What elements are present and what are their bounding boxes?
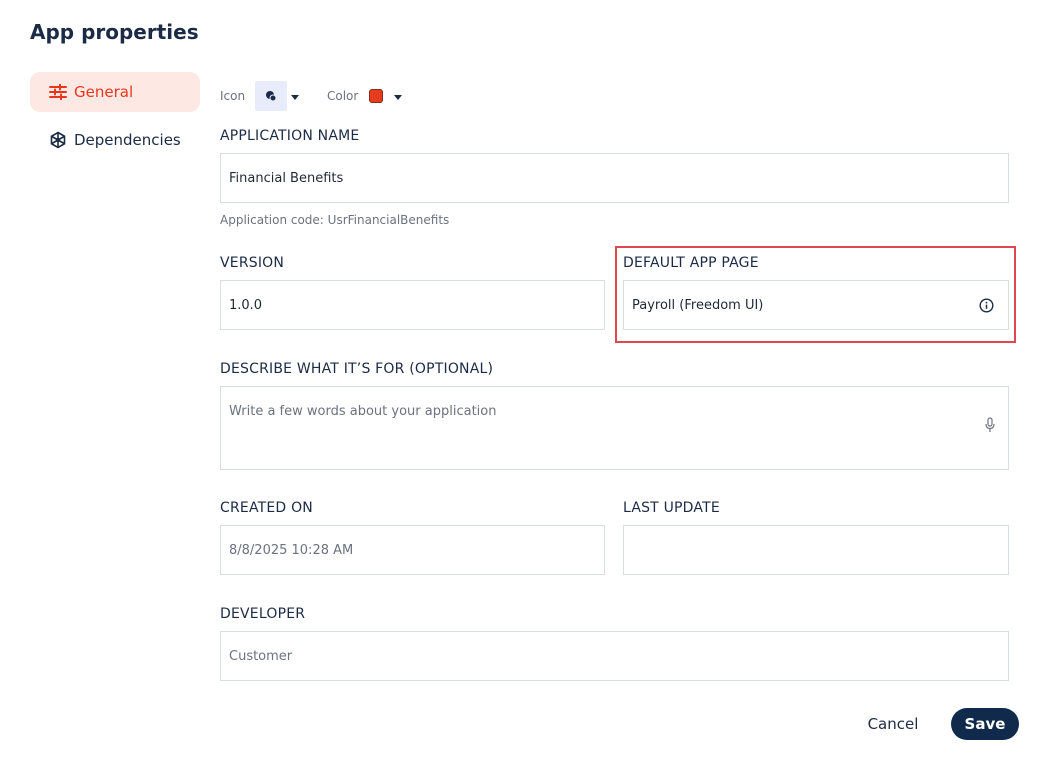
network-icon bbox=[48, 130, 68, 150]
last-update-field bbox=[623, 525, 1009, 575]
default-app-page-value: Payroll (Freedom UI) bbox=[632, 297, 764, 313]
developer-label: DEVELOPER bbox=[220, 606, 306, 622]
default-app-page-label: DEFAULT APP PAGE bbox=[623, 255, 759, 271]
nav-item-label: General bbox=[74, 83, 134, 101]
description-textarea[interactable]: Write a few words about your application bbox=[220, 386, 1009, 470]
app-glyph-icon bbox=[265, 87, 277, 106]
created-on-label: CREATED ON bbox=[220, 500, 313, 516]
page-title: App properties bbox=[30, 20, 199, 44]
cancel-button[interactable]: Cancel bbox=[855, 710, 931, 738]
version-label: VERSION bbox=[220, 255, 285, 271]
version-input[interactable]: 1.0.0 bbox=[220, 280, 605, 330]
icon-label: Icon bbox=[220, 89, 246, 103]
icon-dropdown-caret[interactable] bbox=[291, 95, 299, 100]
description-placeholder: Write a few words about your application bbox=[229, 404, 497, 419]
color-dropdown-caret[interactable] bbox=[394, 95, 402, 100]
default-app-page-field[interactable]: Payroll (Freedom UI) bbox=[623, 280, 1009, 330]
save-button[interactable]: Save bbox=[951, 708, 1019, 740]
created-on-field: 8/8/2025 10:28 AM bbox=[220, 525, 605, 575]
nav-item-label: Dependencies bbox=[74, 131, 181, 149]
application-code-hint: Application code: UsrFinancialBenefits bbox=[220, 213, 450, 227]
color-swatch[interactable] bbox=[369, 89, 383, 103]
description-label: DESCRIBE WHAT IT’S FOR (OPTIONAL) bbox=[220, 361, 494, 377]
nav-item-general[interactable]: General bbox=[30, 72, 200, 112]
color-label: Color bbox=[327, 89, 359, 103]
info-icon[interactable] bbox=[979, 298, 994, 313]
application-name-label: APPLICATION NAME bbox=[220, 128, 360, 144]
nav-item-dependencies[interactable]: Dependencies bbox=[30, 120, 200, 160]
application-name-input[interactable]: Financial Benefits bbox=[220, 153, 1009, 203]
developer-field: Customer bbox=[220, 631, 1009, 681]
last-update-label: LAST UPDATE bbox=[623, 500, 720, 516]
sliders-icon bbox=[48, 82, 68, 102]
app-icon-picker[interactable] bbox=[255, 81, 287, 111]
microphone-icon[interactable] bbox=[984, 417, 996, 433]
